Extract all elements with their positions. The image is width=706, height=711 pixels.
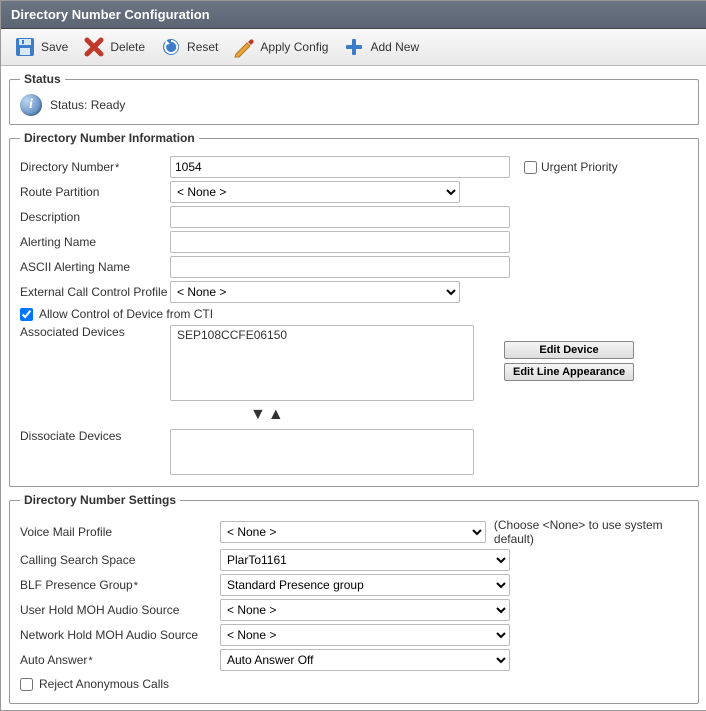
save-label: Save <box>41 40 68 54</box>
dn-settings-fieldset: Directory Number Settings Voice Mail Pro… <box>9 493 699 704</box>
move-up-icon[interactable]: ▲ <box>268 407 284 423</box>
description-label: Description <box>20 210 170 224</box>
edit-device-button[interactable]: Edit Device <box>504 341 634 359</box>
auto-answer-select[interactable]: Auto Answer Off <box>220 649 510 671</box>
route-partition-select[interactable]: < None > <box>170 181 460 203</box>
reject-anon-checkbox[interactable] <box>20 678 33 691</box>
reset-button[interactable]: Reset <box>153 33 224 61</box>
calling-search-space-label: Calling Search Space <box>20 553 220 567</box>
status-fieldset: Status i Status: Ready <box>9 72 699 125</box>
ext-call-ctrl-select[interactable]: < None > <box>170 281 460 303</box>
voice-mail-profile-label: Voice Mail Profile <box>20 525 220 539</box>
ext-call-ctrl-label: External Call Control Profile <box>20 285 170 299</box>
dn-info-legend: Directory Number Information <box>20 131 199 145</box>
dissociate-devices-listbox[interactable] <box>170 429 474 475</box>
apply-config-icon <box>232 35 256 59</box>
delete-icon <box>82 35 106 59</box>
alerting-name-input[interactable] <box>170 231 510 253</box>
dn-info-fieldset: Directory Number Information Directory N… <box>9 131 699 487</box>
blf-presence-group-label: BLF Presence Group <box>20 578 220 592</box>
allow-cti-checkbox[interactable] <box>20 308 33 321</box>
user-hold-moh-label: User Hold MOH Audio Source <box>20 603 220 617</box>
add-new-label: Add New <box>370 40 419 54</box>
associated-devices-label: Associated Devices <box>20 325 170 339</box>
associated-devices-listbox[interactable]: SEP108CCFE06150 <box>170 325 474 401</box>
add-new-icon <box>342 35 366 59</box>
reject-anon-label: Reject Anonymous Calls <box>39 677 169 691</box>
save-icon <box>13 35 37 59</box>
reset-label: Reset <box>187 40 218 54</box>
ascii-alerting-name-input[interactable] <box>170 256 510 278</box>
blf-presence-group-select[interactable]: Standard Presence group <box>220 574 510 596</box>
associated-device-item[interactable]: SEP108CCFE06150 <box>177 328 467 342</box>
voice-mail-profile-hint: (Choose <None> to use system default) <box>494 518 688 546</box>
toolbar: Save Delete Reset Apply Config Add New <box>1 29 706 66</box>
network-hold-moh-label: Network Hold MOH Audio Source <box>20 628 220 642</box>
dissociate-devices-label: Dissociate Devices <box>20 429 170 443</box>
description-input[interactable] <box>170 206 510 228</box>
apply-config-button[interactable]: Apply Config <box>226 33 334 61</box>
window-title-bar: Directory Number Configuration <box>1 1 706 29</box>
allow-cti-label: Allow Control of Device from CTI <box>39 307 213 321</box>
directory-number-input[interactable] <box>170 156 510 178</box>
calling-search-space-select[interactable]: PlarTo1161 <box>220 549 510 571</box>
status-legend: Status <box>20 72 65 86</box>
apply-config-label: Apply Config <box>260 40 328 54</box>
directory-number-label: Directory Number <box>20 160 170 174</box>
save-button[interactable]: Save <box>7 33 74 61</box>
move-down-icon[interactable]: ▼ <box>250 407 266 423</box>
urgent-priority-label: Urgent Priority <box>541 160 618 174</box>
voice-mail-profile-select[interactable]: < None > <box>220 521 486 543</box>
page-root: Directory Number Configuration Save Dele… <box>0 0 706 711</box>
ascii-alerting-name-label: ASCII Alerting Name <box>20 260 170 274</box>
dn-settings-legend: Directory Number Settings <box>20 493 180 507</box>
auto-answer-label: Auto Answer <box>20 653 220 667</box>
alerting-name-label: Alerting Name <box>20 235 170 249</box>
page-title: Directory Number Configuration <box>11 7 210 22</box>
add-new-button[interactable]: Add New <box>336 33 425 61</box>
delete-label: Delete <box>110 40 145 54</box>
status-text: Status: Ready <box>50 98 125 112</box>
delete-button[interactable]: Delete <box>76 33 151 61</box>
urgent-priority-checkbox[interactable] <box>524 161 537 174</box>
route-partition-label: Route Partition <box>20 185 170 199</box>
reset-icon <box>159 35 183 59</box>
edit-line-appearance-button[interactable]: Edit Line Appearance <box>504 363 634 381</box>
network-hold-moh-select[interactable]: < None > <box>220 624 510 646</box>
info-icon: i <box>20 94 42 116</box>
